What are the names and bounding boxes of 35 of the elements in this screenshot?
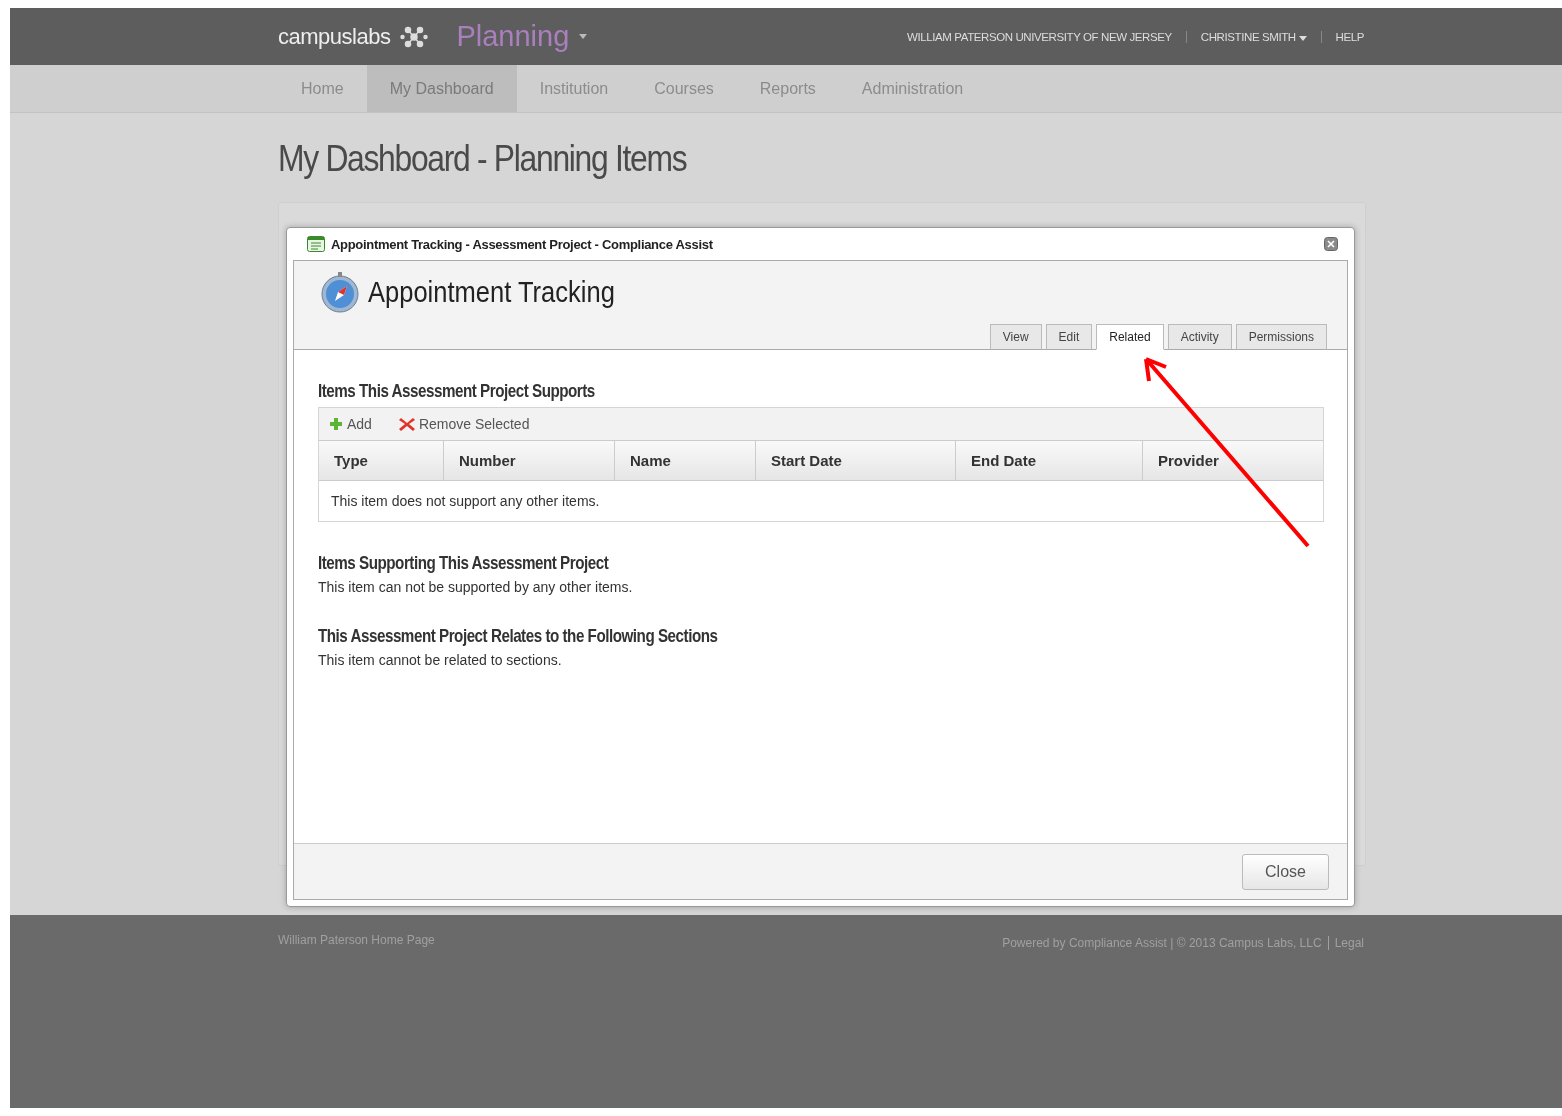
remove-button[interactable]: Remove Selected xyxy=(397,416,530,432)
document-icon xyxy=(307,236,325,252)
tab[interactable]: Activity xyxy=(1167,324,1232,350)
section-heading: This Assessment Project Relates to the Following Sections xyxy=(318,625,719,647)
tab[interactable]: Edit xyxy=(1045,324,1093,350)
section-heading: Items Supporting This Assessment Project xyxy=(318,552,610,574)
column-header[interactable]: Provider xyxy=(1143,441,1323,480)
tab[interactable]: View xyxy=(989,324,1042,350)
add-button[interactable]: Add xyxy=(328,416,372,432)
help-link[interactable]: HELP xyxy=(1320,30,1364,43)
section-text: This item can not be supported by any other items. xyxy=(318,579,634,595)
section-heading: Items This Assessment Project Supports xyxy=(318,380,596,402)
column-header[interactable]: End Date xyxy=(956,441,1143,480)
column-header[interactable]: Type xyxy=(319,441,444,480)
section-text: This item cannot be related to sections. xyxy=(318,652,563,668)
network-logo-icon xyxy=(400,24,429,49)
column-header[interactable]: Name xyxy=(615,441,756,480)
user-menu[interactable]: CHRISTINE SMITH xyxy=(1185,30,1321,43)
caret-icon xyxy=(579,34,588,39)
plus-icon xyxy=(328,416,344,432)
page-title: My Dashboard - Planning Items xyxy=(278,138,688,180)
item-heading: Appointment Tracking xyxy=(368,275,615,309)
close-icon[interactable] xyxy=(1324,237,1338,251)
empty-message: This item does not support any other items. xyxy=(331,493,600,509)
column-header[interactable]: Number xyxy=(444,441,615,480)
cross-icon xyxy=(397,416,416,432)
close-button[interactable]: Close xyxy=(1242,853,1329,890)
dialog-title: Appointment Tracking - Assessment Project - Compliance Assist xyxy=(331,236,713,252)
compass-icon xyxy=(320,271,360,313)
tab[interactable]: Permissions xyxy=(1235,324,1327,350)
caret-icon xyxy=(1298,35,1307,41)
brand-logo[interactable]: campuslabs xyxy=(278,23,391,50)
column-header[interactable]: Start Date xyxy=(756,441,956,480)
institution-link[interactable]: WILLIAM PATERSON UNIVERSITY OF NEW JERSEY xyxy=(893,30,1186,43)
tab[interactable]: Related xyxy=(1096,324,1164,350)
